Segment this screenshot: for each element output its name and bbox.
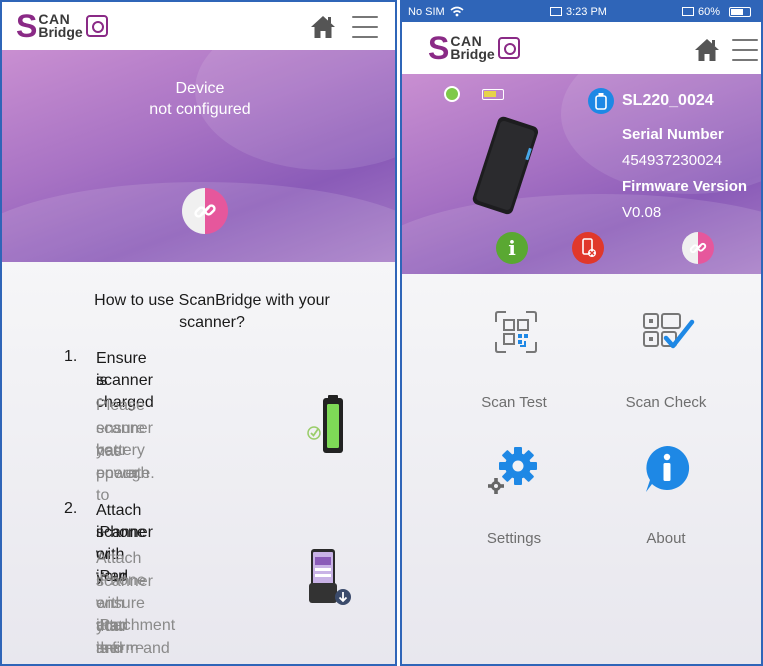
phone-attached-scanner-icon xyxy=(309,549,351,605)
left-screen: S CAN Bridge Device not configured How t… xyxy=(0,0,397,666)
link-device-icon[interactable] xyxy=(182,188,228,234)
logo-text-bottom: Bridge xyxy=(450,46,495,62)
scan-test-tile[interactable]: Scan Test xyxy=(444,308,584,418)
clock-text: 3:23 PM xyxy=(566,6,607,18)
device-banner: Device not configured xyxy=(2,50,395,262)
logo-letter: S xyxy=(16,8,38,44)
serial-number-label: Serial Number xyxy=(622,126,724,143)
logo-link-mark xyxy=(85,15,108,37)
settings-label: Settings xyxy=(486,530,542,547)
home-icon[interactable] xyxy=(694,37,720,63)
step-desc-line: secure. xyxy=(96,640,149,650)
step-desc-line: operate. xyxy=(96,465,155,482)
hamburger-menu-icon[interactable] xyxy=(352,16,378,38)
serial-number-value: 454937230024 xyxy=(622,152,723,169)
firmware-version-label: Firmware Version xyxy=(622,178,748,195)
scanbridge-logo[interactable]: S CAN Bridge xyxy=(428,32,520,64)
device-status-text: Device not configured xyxy=(100,78,300,120)
app-header: S CAN Bridge xyxy=(2,2,395,50)
scan-check-tile[interactable]: Scan Check xyxy=(596,308,736,418)
charged-scanner-icon xyxy=(307,395,343,453)
battery-level-icon xyxy=(482,89,504,100)
logo-link-mark xyxy=(497,37,520,59)
hamburger-menu-icon[interactable] xyxy=(732,39,758,61)
disconnect-device-icon[interactable] xyxy=(572,232,604,264)
scan-test-label: Scan Test xyxy=(481,394,547,411)
scanner-device-icon xyxy=(588,88,614,114)
scan-check-label: Scan Check xyxy=(625,394,707,411)
screen-mirroring-icon xyxy=(682,7,694,16)
battery-percent-text: 60% xyxy=(698,6,721,18)
device-name: SL220_0024 xyxy=(622,92,714,109)
screen-mirroring-icon xyxy=(550,7,562,16)
link-device-icon[interactable] xyxy=(682,232,714,264)
step-number: 2. xyxy=(64,500,78,517)
connection-status-icon xyxy=(444,86,460,102)
howto-title: How to use ScanBridge with your scanner? xyxy=(94,292,330,331)
battery-icon xyxy=(729,7,751,17)
scanbridge-logo[interactable]: S CAN Bridge xyxy=(16,10,108,42)
home-icon[interactable] xyxy=(310,14,336,40)
device-info-icon[interactable]: i xyxy=(496,232,528,264)
right-screen: No SIM 3:23 PM 60% S CAN Bridge SL220_00… xyxy=(400,0,763,666)
step-number: 1. xyxy=(64,348,78,365)
carrier-text: No SIM xyxy=(408,6,445,18)
firmware-version-value: V0.08 xyxy=(622,204,662,221)
settings-tile[interactable]: Settings xyxy=(444,444,584,554)
app-header: S CAN Bridge xyxy=(402,22,761,74)
settings-gear-icon xyxy=(488,447,537,494)
device-banner: SL220_0024 Serial Number 454937230024 Fi… xyxy=(402,74,761,274)
about-tile[interactable]: About xyxy=(596,444,736,554)
status-bar: No SIM 3:23 PM 60% xyxy=(402,2,761,22)
device-status-line1: Device xyxy=(175,80,225,97)
about-info-icon xyxy=(646,445,690,492)
logo-text-bottom: Bridge xyxy=(38,24,83,40)
qr-check-icon xyxy=(643,313,695,349)
wifi-icon xyxy=(450,6,464,17)
about-label: About xyxy=(646,530,686,547)
logo-letter: S xyxy=(428,30,450,66)
qr-scan-icon xyxy=(495,311,537,353)
device-status-line2: not configured xyxy=(149,101,251,118)
scanner-device-image xyxy=(472,116,539,215)
